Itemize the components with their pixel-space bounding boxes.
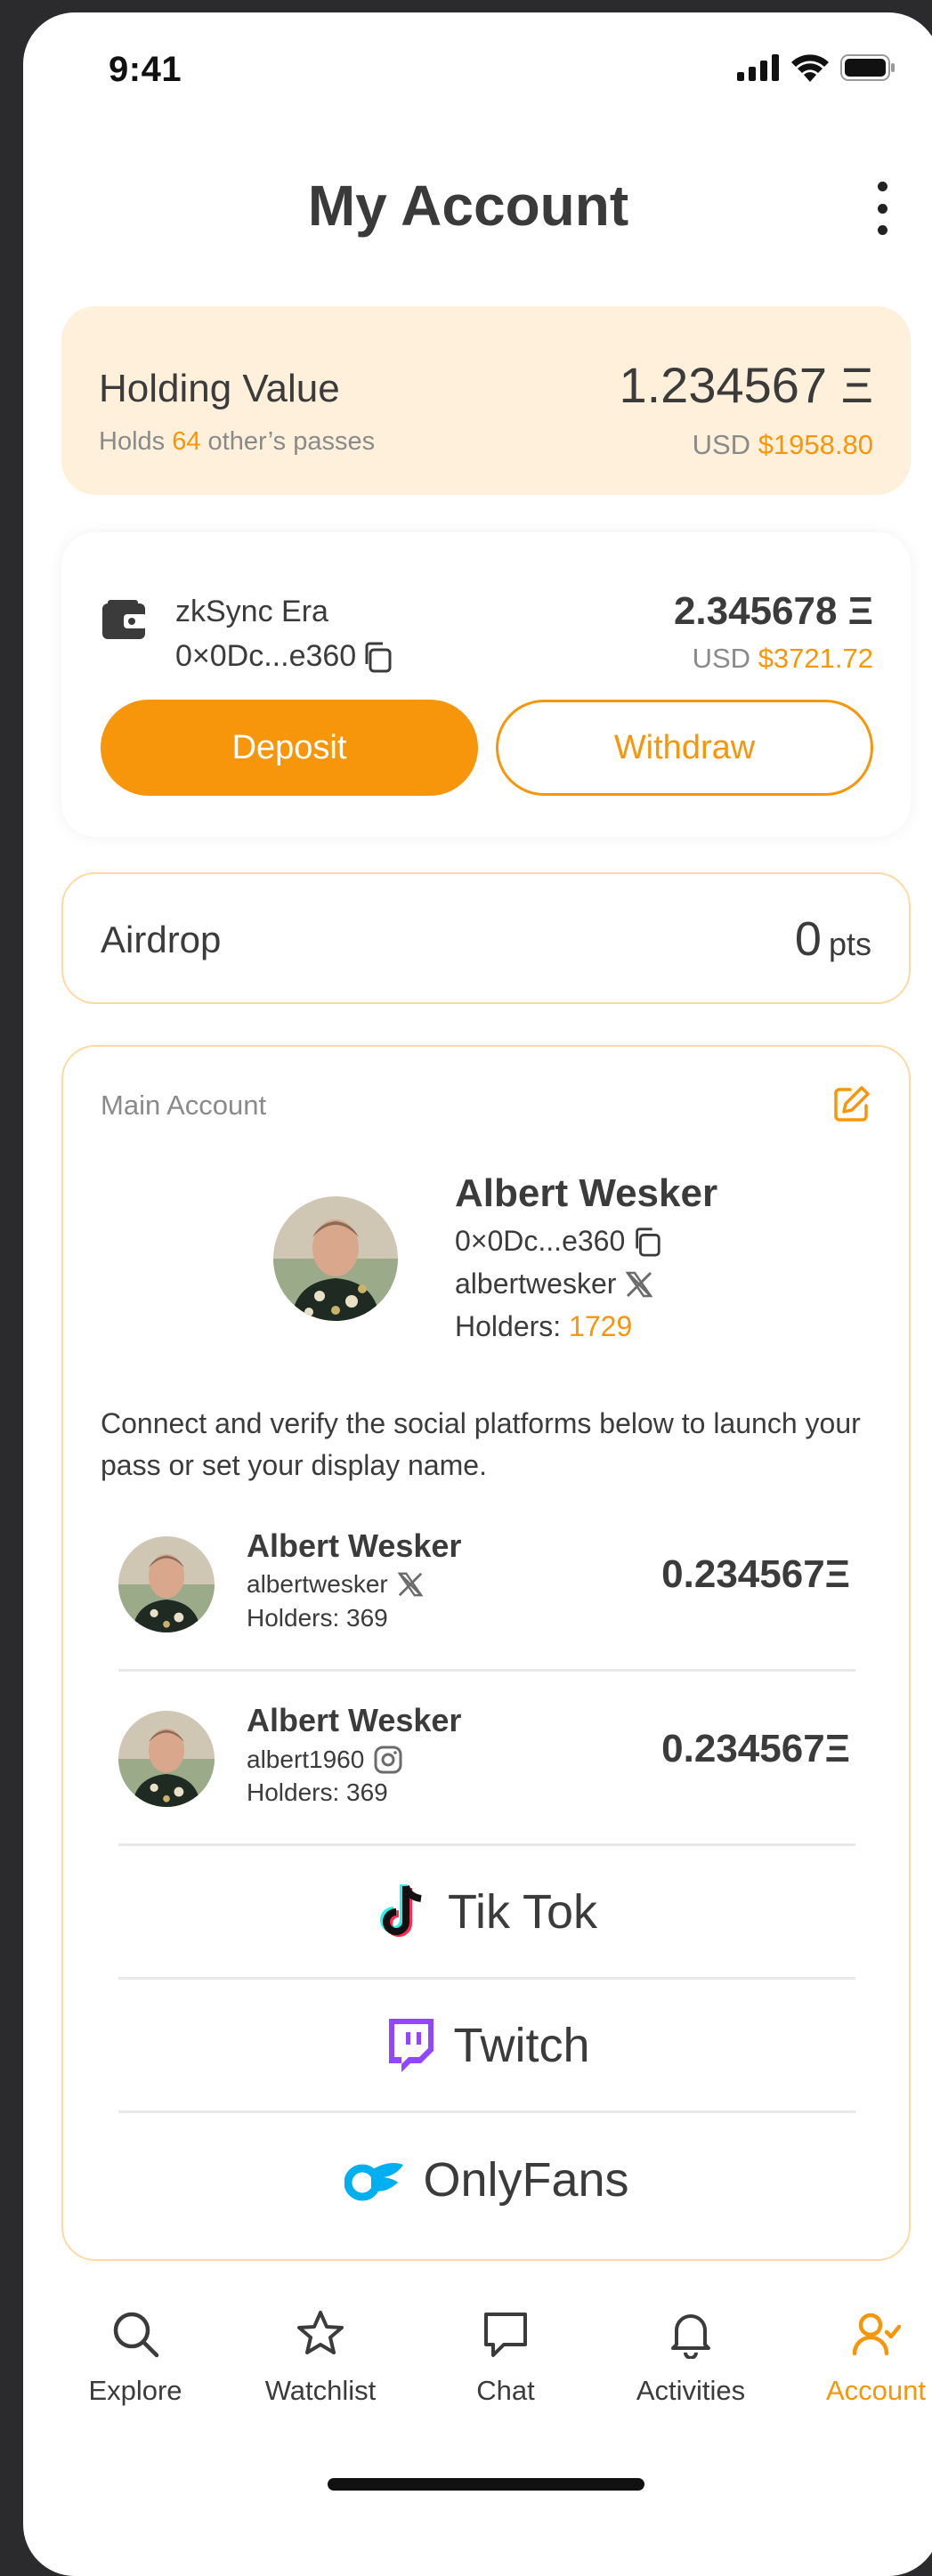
social-amount: 0.234567Ξ	[661, 1727, 850, 1770]
connect-description: Connect and verify the social platforms …	[101, 1407, 861, 1481]
star-icon	[297, 2311, 344, 2354]
nav-label: Account	[825, 2375, 926, 2406]
profile-name: Albert Wesker	[455, 1171, 718, 1215]
usd-amount: $3721.72	[758, 643, 873, 674]
social-name: Albert Wesker	[247, 1527, 462, 1564]
social-handle: albert1960	[247, 1745, 403, 1775]
wallet-balance-eth: 2.345678 Ξ	[673, 589, 873, 633]
wifi-icon	[791, 54, 829, 82]
onlyfans-icon	[344, 2163, 404, 2201]
status-time: 9:41	[109, 50, 182, 89]
connect-twitch-button[interactable]: Twitch	[118, 1980, 855, 2113]
social-handle: albertwesker	[247, 1570, 424, 1599]
holders-count: 1729	[569, 1310, 633, 1342]
platform-label: Twitch	[453, 2018, 590, 2072]
usd-label: USD	[692, 429, 751, 460]
home-indicator[interactable]	[328, 2478, 644, 2491]
holding-passes-info: Holds 64 other’s passes	[99, 427, 375, 457]
copy-icon[interactable]	[632, 1227, 662, 1257]
tiktok-icon	[380, 1883, 422, 1937]
social-amount: 0.234567Ξ	[661, 1552, 850, 1596]
avatar	[118, 1536, 215, 1632]
wallet-icon	[102, 600, 147, 639]
avatar	[118, 1711, 215, 1807]
wallet-address-text: 0×0Dc...e360	[175, 639, 357, 673]
deposit-button[interactable]: Deposit	[101, 700, 478, 796]
profile-handle: albertwesker	[455, 1268, 653, 1300]
edit-icon[interactable]	[832, 1084, 871, 1123]
more-options-button[interactable]	[869, 182, 896, 235]
main-account-title: Main Account	[101, 1090, 267, 1121]
social-name: Albert Wesker	[247, 1702, 462, 1738]
chat-icon	[484, 2313, 527, 2357]
social-handle-text: albert1960	[247, 1746, 365, 1773]
usd-label: USD	[692, 643, 751, 674]
main-account-card: Main Account Albert Wesker 0×0Dc...e360	[61, 1045, 911, 2261]
holding-value-card: Holding Value Holds 64 other’s passes 1.…	[61, 306, 911, 495]
nav-explore[interactable]: Explore	[46, 2309, 224, 2407]
airdrop-label: Airdrop	[101, 919, 222, 960]
nav-label: Watchlist	[264, 2375, 377, 2406]
airdrop-points-value: 0	[794, 912, 822, 966]
wallet-balance-usd: USD $3721.72	[693, 643, 873, 675]
profile-address: 0×0Dc...e360	[455, 1225, 662, 1258]
status-icons	[737, 53, 896, 82]
user-check-icon	[852, 2313, 901, 2356]
social-account-row[interactable]: Albert Wesker albertwesker Holders: 369 …	[118, 1497, 855, 1672]
nav-account[interactable]: Account	[787, 2309, 932, 2407]
wallet-card: zkSync Era 0×0Dc...e360 2.345678 Ξ USD $…	[61, 532, 911, 837]
nav-activities[interactable]: Activities	[602, 2309, 780, 2407]
bottom-nav: Explore Watchlist Chat Activities Accoun…	[23, 2309, 926, 2434]
more-dot-icon	[877, 203, 887, 214]
nav-label: Explore	[88, 2375, 182, 2406]
holding-value-usd: USD $1958.80	[693, 429, 873, 461]
search-icon	[113, 2312, 159, 2358]
holding-label: Holding Value	[99, 367, 340, 410]
phone-screen: 9:41 My Account Holding Value Holds 64 o…	[23, 12, 932, 2576]
connect-tiktok-button[interactable]: Tik Tok	[118, 1846, 855, 1980]
bell-icon	[671, 2314, 710, 2359]
social-holders: Holders: 369	[247, 1604, 388, 1632]
profile-address-text: 0×0Dc...e360	[455, 1225, 626, 1257]
more-dot-icon	[877, 225, 887, 235]
nav-label: Chat	[476, 2375, 535, 2406]
holds-count: 64	[172, 427, 201, 456]
page-title: My Account	[307, 174, 629, 238]
usd-amount: $1958.80	[758, 429, 873, 460]
holding-value-eth: 1.234567 Ξ	[619, 357, 873, 413]
status-bar: 9:41	[23, 12, 932, 119]
nav-label: Activities	[636, 2375, 746, 2406]
platform-label: OnlyFans	[423, 2153, 629, 2207]
more-dot-icon	[877, 182, 887, 191]
holders-label: Holders:	[455, 1310, 562, 1342]
twitch-icon	[389, 2018, 434, 2072]
wallet-network: zkSync Era	[175, 595, 328, 628]
x-icon	[626, 1271, 653, 1297]
connect-onlyfans-button[interactable]: OnlyFans	[118, 2113, 855, 2247]
holds-suffix: other’s passes	[207, 427, 376, 456]
platform-label: Tik Tok	[447, 1884, 598, 1939]
withdraw-button[interactable]: Withdraw	[496, 700, 873, 796]
airdrop-points: 0 pts	[795, 911, 871, 967]
copy-icon[interactable]	[361, 641, 393, 673]
profile-holders: Holders: 1729	[455, 1310, 632, 1343]
nav-chat[interactable]: Chat	[417, 2309, 595, 2407]
nav-watchlist[interactable]: Watchlist	[231, 2309, 409, 2407]
airdrop-card[interactable]: Airdrop 0 pts	[61, 872, 911, 1004]
instagram-icon	[374, 1746, 402, 1774]
avatar	[273, 1196, 398, 1321]
social-account-row[interactable]: Albert Wesker albert1960 Holders: 369 0.…	[118, 1672, 855, 1846]
x-icon	[397, 1572, 424, 1597]
signal-icon	[737, 54, 779, 81]
battery-icon	[840, 54, 895, 81]
holds-prefix: Holds	[99, 427, 166, 456]
social-holders: Holders: 369	[247, 1778, 388, 1806]
wallet-address: 0×0Dc...e360	[175, 639, 393, 674]
airdrop-points-unit: pts	[828, 926, 871, 962]
social-handle-text: albertwesker	[247, 1570, 388, 1598]
profile-handle-text: albertwesker	[455, 1268, 617, 1300]
